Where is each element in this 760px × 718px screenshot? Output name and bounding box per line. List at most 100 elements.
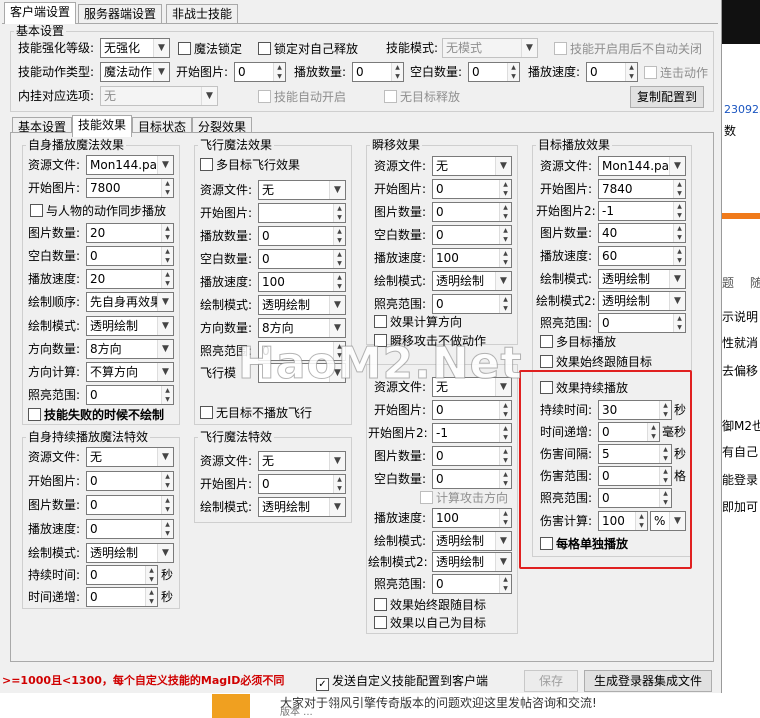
lock-self-release-checkbox[interactable]: 锁定对自己释放 <box>258 41 358 57</box>
blank-count-spinner[interactable]: 0 ▲ ▼ <box>468 62 520 82</box>
spinner-arrows-icon[interactable]: ▲ ▼ <box>161 496 173 514</box>
tp-calc-dir-checkbox[interactable]: 效果计算方向 <box>374 314 462 330</box>
no-auto-close-checkbox[interactable]: 技能开启用后不自动关闭 <box>554 41 702 57</box>
fly-start-spinner[interactable]: ▲ ▼ <box>258 203 346 223</box>
self-count-spinner[interactable]: 20 ▲ ▼ <box>86 223 174 243</box>
self-dir-calc-select[interactable]: 不算方向 ▼ <box>86 362 174 382</box>
spinner-arrows-icon[interactable]: ▲ ▼ <box>499 203 511 221</box>
tp-light-spinner[interactable]: 0 ▲ ▼ <box>432 294 512 314</box>
te-count-spinner[interactable]: 40 ▲ ▼ <box>598 223 686 243</box>
fs-res-select[interactable]: 无 ▼ <box>258 451 346 471</box>
self-order-select[interactable]: 先自身再效果 ▼ <box>86 292 174 312</box>
fs-mode-select[interactable]: 透明绘制 ▼ <box>258 497 346 517</box>
spinner-arrows-icon[interactable]: ▲ ▼ <box>625 63 637 81</box>
cont-speed-spinner[interactable]: 0 ▲ ▼ <box>86 519 174 539</box>
play-speed-spinner[interactable]: 0 ▲ ▼ <box>586 62 638 82</box>
tp-blank-spinner[interactable]: 0 ▲ ▼ <box>432 225 512 245</box>
spinner-arrows-icon[interactable]: ▲ ▼ <box>499 470 511 488</box>
sync-action-checkbox[interactable]: 与人物的动作同步播放 <box>30 203 166 219</box>
fail-draw-checkbox[interactable]: 技能失败的时候不绘制 <box>28 407 164 423</box>
save-button[interactable]: 保存 <box>524 670 578 692</box>
spinner-arrows-icon[interactable]: ▲ ▼ <box>499 249 511 267</box>
spinner-arrows-icon[interactable]: ▲ ▼ <box>499 575 511 593</box>
spinner-arrows-icon[interactable]: ▲ ▼ <box>499 401 511 419</box>
tp2-light-spinner[interactable]: 0 ▲ ▼ <box>432 574 512 594</box>
tp-start-spinner[interactable]: 0 ▲ ▼ <box>432 179 512 199</box>
spinner-arrows-icon[interactable]: ▲ ▼ <box>161 179 173 197</box>
te-start-spinner[interactable]: 7840 ▲ ▼ <box>598 179 686 199</box>
spinner-arrows-icon[interactable]: ▲ ▼ <box>161 247 173 265</box>
cont-count-spinner[interactable]: 0 ▲ ▼ <box>86 495 174 515</box>
no-target-no-fly-checkbox[interactable]: 无目标不播放飞行 <box>200 405 312 421</box>
send-config-checkbox[interactable]: ✓ 发送自定义技能配置到客户端 <box>316 673 488 691</box>
tp2-mode2-select[interactable]: 透明绘制 ▼ <box>432 552 512 572</box>
cont-res-select[interactable]: 无 ▼ <box>86 447 174 467</box>
tp2-mode-select[interactable]: 透明绘制 ▼ <box>432 531 512 551</box>
spinner-arrows-icon[interactable]: ▲ ▼ <box>507 63 519 81</box>
tab-client-settings[interactable]: 客户端设置 <box>4 2 77 24</box>
self-light-spinner[interactable]: 0 ▲ ▼ <box>86 385 174 405</box>
spinner-arrows-icon[interactable]: ▲ ▼ <box>673 224 685 242</box>
spinner-arrows-icon[interactable]: ▲ ▼ <box>499 447 511 465</box>
tp2-blank-spinner[interactable]: 0 ▲ ▼ <box>432 469 512 489</box>
spinner-arrows-icon[interactable]: ▲ ▼ <box>161 472 173 490</box>
cont-duration-spinner[interactable]: 0 ▲ ▼ <box>86 565 158 585</box>
tp2-count-spinner[interactable]: 0 ▲ ▼ <box>432 446 512 466</box>
spinner-arrows-icon[interactable]: ▲ ▼ <box>673 202 685 220</box>
tab-server-settings[interactable]: 服务器端设置 <box>78 4 163 24</box>
copy-config-button[interactable]: 复制配置到 <box>630 86 704 108</box>
cont-mode-select[interactable]: 透明绘制 ▼ <box>86 543 174 563</box>
fly-res-select[interactable]: 无 ▼ <box>258 180 346 200</box>
te-light-spinner[interactable]: 0 ▲ ▼ <box>598 313 686 333</box>
combo-action-checkbox[interactable]: 连击动作 <box>644 65 708 81</box>
te-res-select[interactable]: Mon144.pak ▼ <box>598 156 686 176</box>
spinner-arrows-icon[interactable]: ▲ ▼ <box>161 520 173 538</box>
self-blank-spinner[interactable]: 0 ▲ ▼ <box>86 246 174 266</box>
spinner-arrows-icon[interactable]: ▲ ▼ <box>391 63 403 81</box>
spinner-arrows-icon[interactable]: ▲ ▼ <box>673 247 685 265</box>
plugin-option-select[interactable]: 无 ▼ <box>100 86 218 106</box>
te-speed-spinner[interactable]: 60 ▲ ▼ <box>598 246 686 266</box>
tab-skill-effect[interactable]: 技能效果 <box>72 115 133 137</box>
tab-non-warrior-skills[interactable]: 非战士技能 <box>166 4 239 24</box>
tp2-follow-checkbox[interactable]: 效果始终跟随目标 <box>374 597 486 613</box>
self-dir-count-select[interactable]: 8方向 ▼ <box>86 339 174 359</box>
fly-speed-spinner[interactable]: 100 ▲ ▼ <box>258 272 346 292</box>
spinner-arrows-icon[interactable]: ▲ ▼ <box>161 270 173 288</box>
start-frame-spinner[interactable]: 0 ▲ ▼ <box>234 62 286 82</box>
self-mode-select[interactable]: 透明绘制 ▼ <box>86 316 174 336</box>
spinner-arrows-icon[interactable]: ▲ ▼ <box>673 180 685 198</box>
spinner-arrows-icon[interactable]: ▲ ▼ <box>161 224 173 242</box>
spinner-arrows-icon[interactable]: ▲ ▼ <box>161 386 173 404</box>
skill-level-select[interactable]: 无强化 ▼ <box>100 38 170 58</box>
spinner-arrows-icon[interactable]: ▲ ▼ <box>333 273 345 291</box>
action-type-select[interactable]: 魔法动作 ▼ <box>100 62 170 82</box>
te-mode-select[interactable]: 透明绘制 ▼ <box>598 269 686 289</box>
spinner-arrows-icon[interactable]: ▲ ▼ <box>499 226 511 244</box>
fly-dir-select[interactable]: 8方向 ▼ <box>258 318 346 338</box>
generate-launcher-button[interactable]: 生成登录器集成文件 <box>584 670 712 692</box>
tp2-start-spinner[interactable]: 0 ▲ ▼ <box>432 400 512 420</box>
cont-start-spinner[interactable]: 0 ▲ ▼ <box>86 471 174 491</box>
fly-count-spinner[interactable]: 0 ▲ ▼ <box>258 226 346 246</box>
tp2-start2-spinner[interactable]: -1 ▲ ▼ <box>432 423 512 443</box>
self-start-spinner[interactable]: 7800 ▲ ▼ <box>86 178 174 198</box>
spinner-arrows-icon[interactable]: ▲ ▼ <box>673 314 685 332</box>
tp2-calc-attack-dir-checkbox[interactable]: 计算攻击方向 <box>420 490 508 506</box>
spinner-arrows-icon[interactable]: ▲ ▼ <box>499 180 511 198</box>
spinner-arrows-icon[interactable]: ▲ ▼ <box>499 424 511 442</box>
play-count-spinner[interactable]: 0 ▲ ▼ <box>352 62 404 82</box>
tp2-speed-spinner[interactable]: 100 ▲ ▼ <box>432 508 512 528</box>
spinner-arrows-icon[interactable]: ▲ ▼ <box>333 250 345 268</box>
self-speed-spinner[interactable]: 20 ▲ ▼ <box>86 269 174 289</box>
spinner-arrows-icon[interactable]: ▲ ▼ <box>273 63 285 81</box>
spinner-arrows-icon[interactable]: ▲ ▼ <box>145 566 157 584</box>
spinner-arrows-icon[interactable]: ▲ ▼ <box>499 509 511 527</box>
tp2-self-target-checkbox[interactable]: 效果以自己为目标 <box>374 615 486 631</box>
te-follow-checkbox[interactable]: 效果始终跟随目标 <box>540 354 652 370</box>
multi-target-fly-checkbox[interactable]: 多目标飞行效果 <box>200 157 300 173</box>
fly-blank-spinner[interactable]: 0 ▲ ▼ <box>258 249 346 269</box>
spinner-arrows-icon[interactable]: ▲ ▼ <box>499 295 511 313</box>
auto-on-checkbox[interactable]: 技能自动开启 <box>258 89 346 105</box>
spinner-arrows-icon[interactable]: ▲ ▼ <box>333 227 345 245</box>
